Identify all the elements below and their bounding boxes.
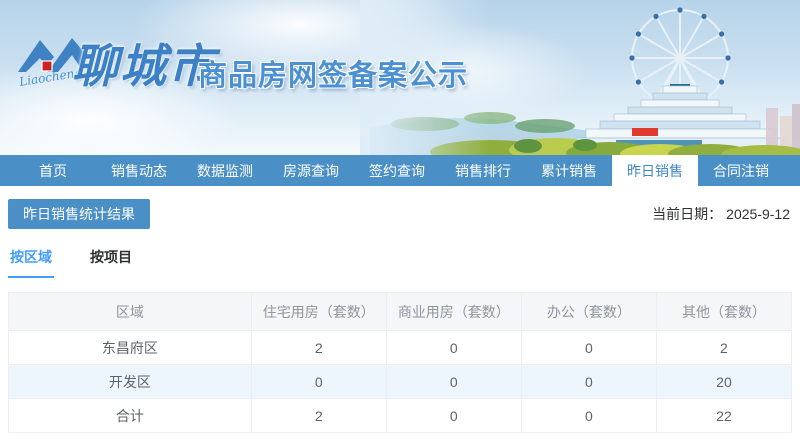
col-header-other: 其他（套数） xyxy=(655,292,793,331)
cell-commercial: 0 xyxy=(385,330,522,365)
header-banner: Liaocheng 聊城市 商品房网签备案公示 xyxy=(0,0,800,155)
sales-table: 区域 住宅用房（套数） 商业用房（套数） 办公（套数） 其他（套数） 东昌府区 … xyxy=(8,292,793,433)
table-row-total: 合计 2 0 0 22 xyxy=(8,398,793,433)
nav-item-contract-cancellation[interactable]: 合同注销 xyxy=(698,155,784,186)
main-content: 昨日销售统计结果 当前日期： 2025-9-12 按区域 按项目 区域 住宅用房（… xyxy=(0,199,800,433)
tab-by-project[interactable]: 按项目 xyxy=(88,247,134,278)
table-header-row: 区域 住宅用房（套数） 商业用房（套数） 办公（套数） 其他（套数） xyxy=(8,292,793,331)
building-sign xyxy=(632,128,658,136)
cell-office: 0 xyxy=(520,330,657,365)
cell-office: 0 xyxy=(520,398,657,433)
tab-by-region[interactable]: 按区域 xyxy=(8,247,54,278)
current-date-value: 2025-9-12 xyxy=(726,206,790,222)
col-header-commercial: 商业用房（套数） xyxy=(385,292,522,331)
cell-residential: 0 xyxy=(250,364,387,399)
col-header-residential: 住宅用房（套数） xyxy=(250,292,387,331)
nav-item-cumulative-sales[interactable]: 累计销售 xyxy=(526,155,612,186)
main-nav: 首页 销售动态 数据监测 房源查询 签约查询 销售排行 累计销售 昨日销售 合同… xyxy=(0,155,800,186)
distant-buildings xyxy=(766,104,800,150)
cell-other: 20 xyxy=(655,364,793,399)
toolbar: 昨日销售统计结果 当前日期： 2025-9-12 xyxy=(8,199,792,229)
current-date-label: 当前日期： xyxy=(652,206,723,222)
nav-item-signing-query[interactable]: 签约查询 xyxy=(354,155,440,186)
cell-residential: 2 xyxy=(250,398,387,433)
cell-commercial: 0 xyxy=(385,364,522,399)
view-tabs: 按区域 按项目 xyxy=(8,247,792,278)
nav-item-housing-query[interactable]: 房源查询 xyxy=(268,155,354,186)
nav-item-data-monitoring[interactable]: 数据监测 xyxy=(182,155,268,186)
nav-item-home[interactable]: 首页 xyxy=(10,155,96,186)
cell-region: 东昌府区 xyxy=(8,330,252,365)
current-date: 当前日期： 2025-9-12 xyxy=(652,204,792,224)
city-name: 聊城市 xyxy=(72,39,216,93)
col-header-office: 办公（套数） xyxy=(520,292,657,331)
nav-item-sales-ranking[interactable]: 销售排行 xyxy=(440,155,526,186)
cell-residential: 2 xyxy=(250,330,387,365)
table-row: 东昌府区 2 0 0 2 xyxy=(8,330,793,365)
cell-office: 0 xyxy=(520,364,657,399)
cell-region: 开发区 xyxy=(8,364,252,399)
cell-other: 22 xyxy=(655,398,793,433)
site-title: 商品房网签备案公示 xyxy=(198,60,469,92)
cell-region: 合计 xyxy=(8,398,252,433)
cell-commercial: 0 xyxy=(385,398,522,433)
nav-item-sales-dynamics[interactable]: 销售动态 xyxy=(96,155,182,186)
building-icon xyxy=(575,84,785,151)
cell-other: 2 xyxy=(655,330,793,365)
table-row: 开发区 0 0 0 20 xyxy=(8,364,793,399)
nav-item-yesterday-sales[interactable]: 昨日销售 xyxy=(612,155,698,186)
col-header-region: 区域 xyxy=(8,292,252,331)
yesterday-sales-result-button[interactable]: 昨日销售统计结果 xyxy=(8,199,150,229)
